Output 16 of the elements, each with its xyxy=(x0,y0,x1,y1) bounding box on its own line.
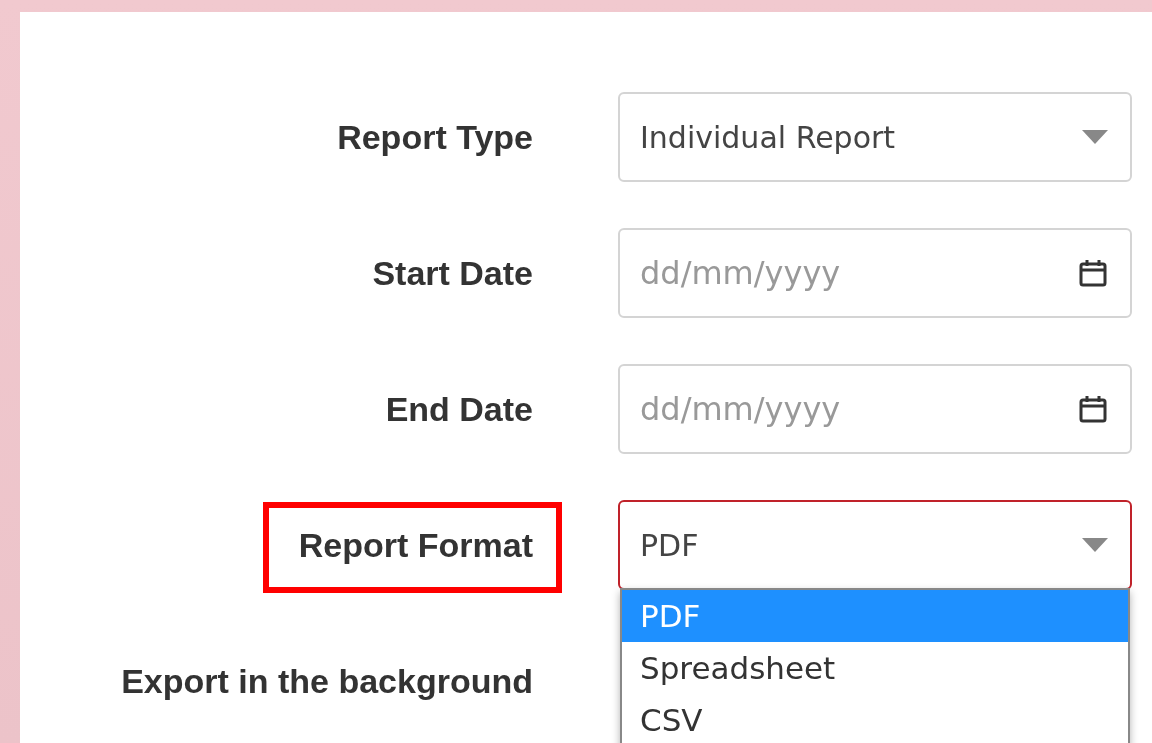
dropdown-option[interactable]: CSV xyxy=(622,694,1128,743)
select-value: PDF xyxy=(640,527,699,563)
caret-icon xyxy=(1082,130,1108,144)
field-label: Report Format xyxy=(298,525,533,565)
field-label: Start Date xyxy=(372,253,533,293)
calendar-icon xyxy=(1078,394,1108,424)
select-value: Individual Report xyxy=(640,119,896,155)
field-label: End Date xyxy=(385,389,533,429)
field-label: Export in the background xyxy=(121,661,533,701)
caret-icon xyxy=(1082,538,1108,552)
field-label: Report Type xyxy=(337,117,533,157)
calendar-icon xyxy=(1078,258,1108,288)
date-placeholder: dd/mm/yyyy xyxy=(640,254,841,292)
dropdown-option[interactable]: Spreadsheet xyxy=(622,642,1128,694)
date-placeholder: dd/mm/yyyy xyxy=(640,390,841,428)
select-field[interactable]: Individual Report xyxy=(618,92,1132,182)
